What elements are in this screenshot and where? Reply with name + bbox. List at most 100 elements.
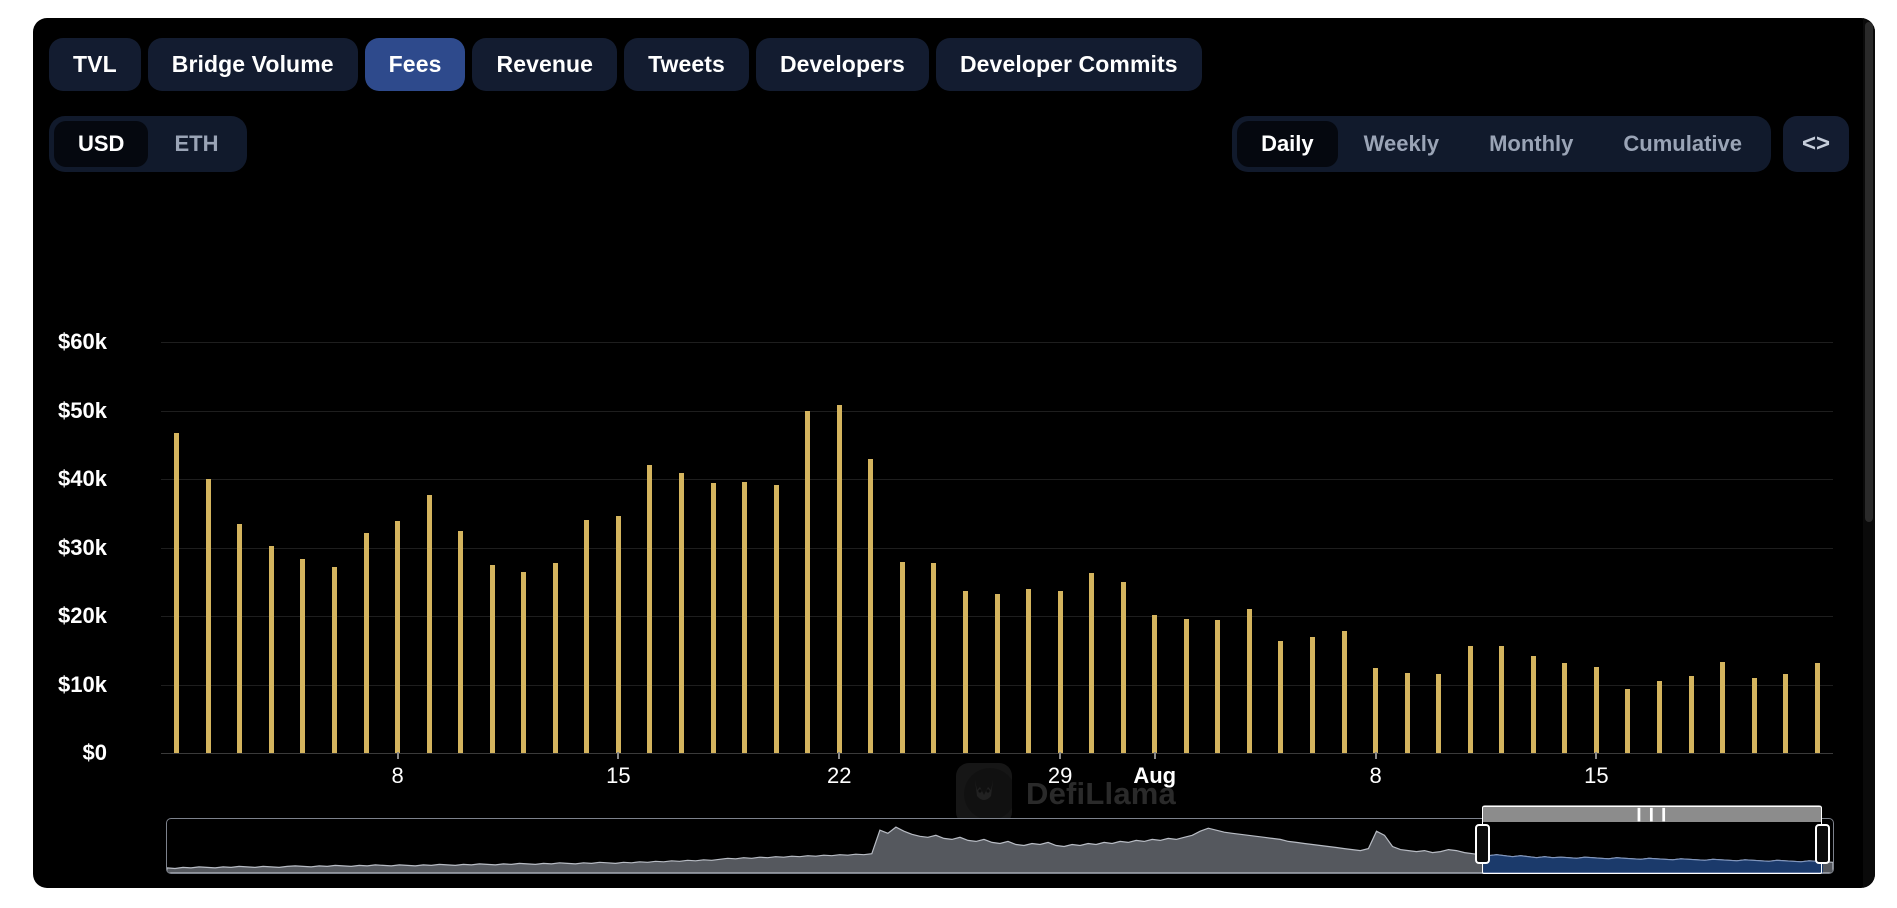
chart-bar[interactable] [931,563,936,753]
period-option-daily[interactable]: Daily [1237,121,1338,167]
chart-bar[interactable] [742,482,747,753]
fees-chart-card: TVLBridge VolumeFeesRevenueTweetsDevelop… [33,18,1875,888]
chart-bar[interactable] [1783,674,1788,753]
chart-bar[interactable] [269,546,274,753]
chart-bar[interactable] [805,411,810,753]
tab-bridge-volume[interactable]: Bridge Volume [148,38,358,91]
chart-bar[interactable] [868,459,873,753]
chart-bar[interactable] [963,591,968,753]
chart-bar[interactable] [427,495,432,753]
chart-bar[interactable] [174,433,179,753]
metric-tabs: TVLBridge VolumeFeesRevenueTweetsDevelop… [49,38,1202,91]
chart-bar[interactable] [584,520,589,753]
chart-bar[interactable] [900,562,905,753]
tab-developer-commits[interactable]: Developer Commits [936,38,1202,91]
chart-bar[interactable] [332,567,337,753]
period-option-cumulative[interactable]: Cumulative [1599,121,1766,167]
chart-range-brush[interactable]: ❙❙❙ [166,818,1834,874]
x-axis-label: 29 [1048,763,1072,789]
currency-option-eth[interactable]: ETH [150,121,242,167]
brush-track[interactable] [166,818,1834,874]
chart-bar[interactable] [237,524,242,753]
chart-bar[interactable] [647,465,652,753]
chart-bar[interactable] [837,405,842,753]
chart-controls: USDETH DailyWeeklyMonthlyCumulative <> [33,113,1875,175]
tab-fees[interactable]: Fees [365,38,466,91]
x-axis-tick [1059,752,1061,759]
chart-bar[interactable] [774,485,779,753]
code-brackets-icon-button[interactable]: <> [1783,116,1849,172]
chart-bar[interactable] [1310,637,1315,753]
chart-bar[interactable] [458,531,463,753]
x-axis-tick [617,752,619,759]
chart-bar[interactable] [616,516,621,753]
x-axis-tick [397,752,399,759]
tab-developers[interactable]: Developers [756,38,929,91]
chart-bar[interactable] [1405,673,1410,753]
currency-option-usd[interactable]: USD [54,121,148,167]
chart-bar[interactable] [1215,620,1220,753]
brush-handle-right[interactable] [1815,824,1830,864]
y-axis-label: $20k [33,603,107,629]
y-axis-label: $30k [33,535,107,561]
tab-revenue[interactable]: Revenue [472,38,617,91]
chart-bar[interactable] [1184,619,1189,753]
chart-bar[interactable] [553,563,558,753]
y-gridline [161,479,1833,480]
x-axis-label: 8 [391,763,403,789]
chart-bar[interactable] [1342,631,1347,753]
chart-plot-area: DefiLlama $60k$50k$40k$30k$20k$10k$08152… [161,308,1833,753]
chart-bar[interactable] [1468,646,1473,753]
chart-bar[interactable] [300,559,305,753]
chart-bar[interactable] [490,565,495,753]
chart-bar[interactable] [1026,589,1031,753]
chart-bar[interactable] [1058,591,1063,753]
chart-bar[interactable] [1689,676,1694,753]
page-scrollbar-thumb[interactable] [1865,22,1873,522]
chart-bar[interactable] [1436,674,1441,753]
chart-bar[interactable] [1121,582,1126,753]
chart-bar[interactable] [1499,646,1504,753]
brush-drag-bar[interactable]: ❙❙❙ [1482,805,1822,822]
y-gridline [161,548,1833,549]
chart-bar[interactable] [1752,678,1757,753]
x-axis-label: 15 [606,763,630,789]
chart-bar[interactable] [364,533,369,753]
chart-bar[interactable] [1152,615,1157,753]
y-axis-label: $0 [33,740,107,766]
page-scrollbar[interactable] [1863,18,1875,888]
chart-bar[interactable] [1373,668,1378,753]
x-axis-tick [1375,752,1377,759]
chart-bar[interactable] [679,473,684,753]
chart-bar[interactable] [1247,609,1252,753]
chart-bar[interactable] [1562,663,1567,753]
tab-tweets[interactable]: Tweets [624,38,749,91]
chart-bar[interactable] [1815,663,1820,753]
period-option-weekly[interactable]: Weekly [1340,121,1463,167]
chart-bar[interactable] [521,572,526,753]
period-option-monthly[interactable]: Monthly [1465,121,1597,167]
chart-bar[interactable] [995,594,1000,753]
x-axis-label: 15 [1584,763,1608,789]
x-axis-label: 22 [827,763,851,789]
chart-bar[interactable] [1594,667,1599,753]
x-axis-label: 8 [1369,763,1381,789]
currency-toggle-group: USDETH [49,116,247,172]
y-axis-label: $40k [33,466,107,492]
chart-bar[interactable] [1089,573,1094,753]
chart-bar[interactable] [395,521,400,753]
chart-bar[interactable] [1657,681,1662,753]
x-axis-tick [1154,752,1156,759]
x-axis-tick [838,752,840,759]
brush-grip-icon: ❙❙❙ [1633,807,1670,820]
period-toggle-group: DailyWeeklyMonthlyCumulative [1232,116,1771,172]
tab-tvl[interactable]: TVL [49,38,141,91]
chart-bar[interactable] [1278,641,1283,753]
chart-bar[interactable] [206,479,211,753]
y-gridline [161,342,1833,343]
chart-bar[interactable] [711,483,716,753]
chart-bar[interactable] [1531,656,1536,753]
chart-bar[interactable] [1625,689,1630,753]
brush-handle-left[interactable] [1475,824,1490,864]
chart-bar[interactable] [1720,662,1725,753]
